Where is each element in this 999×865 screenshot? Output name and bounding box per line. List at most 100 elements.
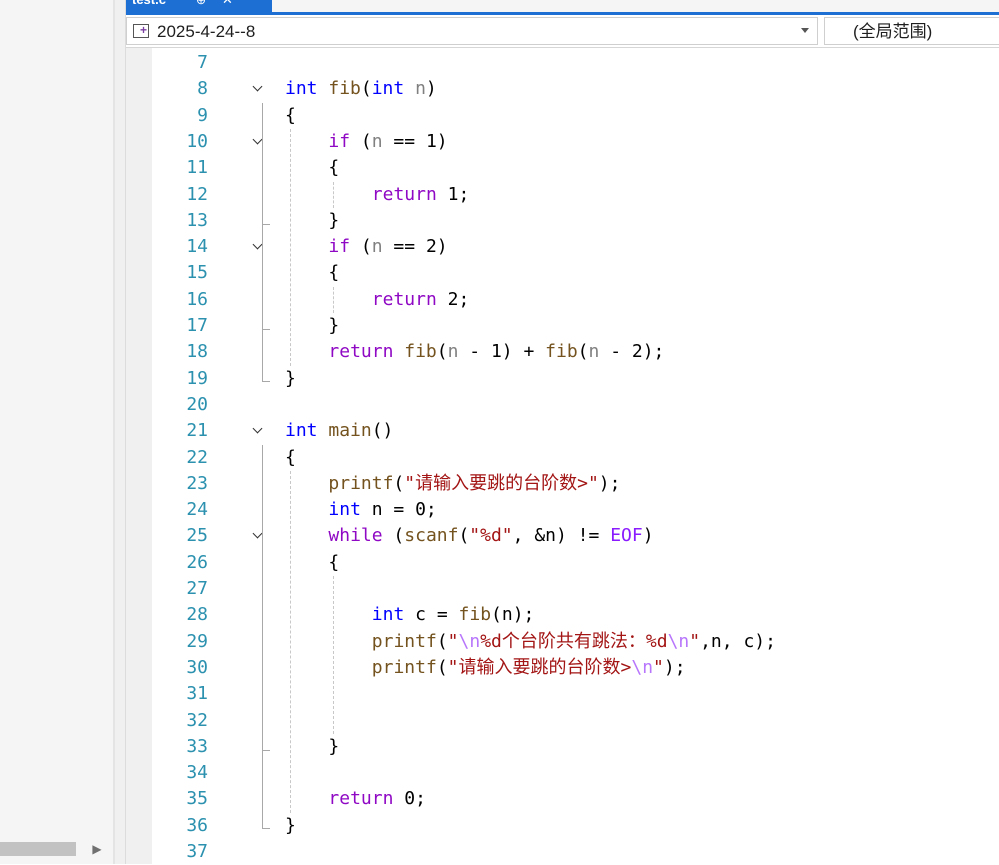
code-token: fib [328,78,361,100]
code-line[interactable]: 7 [126,50,999,76]
chevron-down-icon[interactable] [801,28,809,33]
fold-guide-main-end [262,828,270,830]
code-line[interactable]: 20 [126,392,999,418]
code-token: { [328,157,340,179]
close-icon[interactable]: ✕ [222,0,233,8]
code-line[interactable]: 16 return 2; [126,287,999,313]
fold-guide-while-end [262,749,270,751]
code-line[interactable]: 12 return 1; [126,182,999,208]
code-editor[interactable]: 7 8 int fib(int n) 9{10 if (n == 1) 11{12 retu… [126,48,999,864]
code-token: return [371,183,448,205]
code-token: ); [598,472,621,494]
code-text: { [328,260,339,286]
code-token: scanf [404,525,459,547]
code-token: ( [393,525,405,547]
horizontal-scrollbar-thumb[interactable] [0,842,76,856]
code-token: "请输入要跳的台阶数>" [404,472,599,494]
code-token: { [285,104,296,126]
code-token: EOF [610,525,643,547]
code-token: if [328,236,361,258]
code-token: int [328,499,372,521]
code-line[interactable]: 30 printf("请输入要跳的台阶数>\n"); [126,655,999,681]
code-text: { [285,445,296,471]
code-line[interactable]: 25 while (scanf("%d", &n) != EOF) [126,523,999,549]
code-line[interactable]: 34 [126,760,999,786]
pin-icon[interactable]: ⊕ [196,0,206,8]
code-token: } [328,735,340,757]
line-number: 10 [186,130,208,152]
line-number: 21 [186,420,208,442]
code-line[interactable]: 32 [126,708,999,734]
code-line[interactable]: 9{ [126,103,999,129]
code-token: ( [393,472,405,494]
code-token: if [328,130,361,152]
code-line[interactable]: 26 { [126,550,999,576]
fold-guide-if1-end [262,223,270,225]
code-token: "%d" [469,525,513,547]
global-scope-value: (全局范围) [853,22,933,41]
code-line[interactable]: 24 int n = 0; [126,497,999,523]
code-line[interactable]: 33} [126,734,999,760]
code-line[interactable]: 37 [126,839,999,865]
code-token: int [285,78,329,100]
code-line[interactable]: 21 int main() [126,418,999,444]
code-line[interactable]: 36} [126,813,999,839]
code-line[interactable]: 19} [126,366,999,392]
fold-guide-fib-end [262,381,270,383]
code-line[interactable]: 10 if (n == 1) [126,129,999,155]
line-number: 8 [197,78,208,100]
code-line[interactable]: 29 printf("\n%d个台阶共有跳法：%d\n",n, c); [126,629,999,655]
code-token: , &n) != [512,525,611,547]
code-token: ( [436,341,448,363]
code-line[interactable]: 11 { [126,155,999,181]
code-line[interactable]: 23 printf("请输入要跳的台阶数>"); [126,471,999,497]
code-token: } [328,209,340,231]
fold-chevron-icon[interactable] [253,83,263,93]
code-text: int n = 0; [328,497,436,523]
project-scope-dropdown[interactable]: 2025-4-24--8 [126,17,818,45]
code-token: fib [458,604,492,626]
code-token: \n [667,630,690,652]
code-line[interactable]: 15 { [126,260,999,286]
line-number: 32 [186,709,208,731]
indent-guide [333,576,334,734]
code-line[interactable]: 27 [126,576,999,602]
code-text: printf("请输入要跳的台阶数>"); [328,471,620,497]
code-token: " [689,630,701,652]
code-token: n [447,341,459,363]
code-token: int [285,420,329,442]
fold-chevron-icon[interactable] [253,425,263,435]
code-text: { [328,550,339,576]
code-line[interactable]: 31 [126,681,999,707]
code-token: ( [577,341,589,363]
line-number: 7 [197,52,208,73]
code-line[interactable]: 18 return fib(n - 1) + fib(n - 2); [126,339,999,365]
line-number: 22 [186,446,208,468]
code-token: 1; [447,183,470,205]
code-text: printf("\n%d个台阶共有跳法：%d\n",n, c); [372,629,776,655]
indent-guide [333,286,334,313]
code-token: int [371,604,416,626]
code-line[interactable]: 14 if (n == 2) [126,234,999,260]
code-line[interactable]: 35 return 0; [126,786,999,812]
code-token: ); [663,656,686,678]
code-token: { [328,262,340,284]
code-line[interactable]: 13} [126,208,999,234]
line-number: 30 [186,656,208,678]
line-number: 26 [186,551,208,573]
code-line[interactable]: 17} [126,313,999,339]
solution-explorer-panel [0,0,113,864]
line-number: 34 [186,762,208,784]
code-line[interactable]: 8 int fib(int n) [126,76,999,102]
code-line[interactable]: 28 int c = fib(n); [126,602,999,628]
line-number: 25 [186,525,208,547]
global-scope-dropdown[interactable]: (全局范围) [824,17,999,45]
code-text: } [328,734,339,760]
tab-test-c[interactable]: test.c ⊕ ✕ [126,0,272,12]
code-line[interactable]: 22 { [126,445,999,471]
code-token: 0; [404,788,426,810]
code-token: } [328,315,340,336]
line-number: 33 [186,735,208,757]
project-icon [133,23,149,38]
scroll-right-arrow-icon[interactable]: ▶ [90,839,104,859]
